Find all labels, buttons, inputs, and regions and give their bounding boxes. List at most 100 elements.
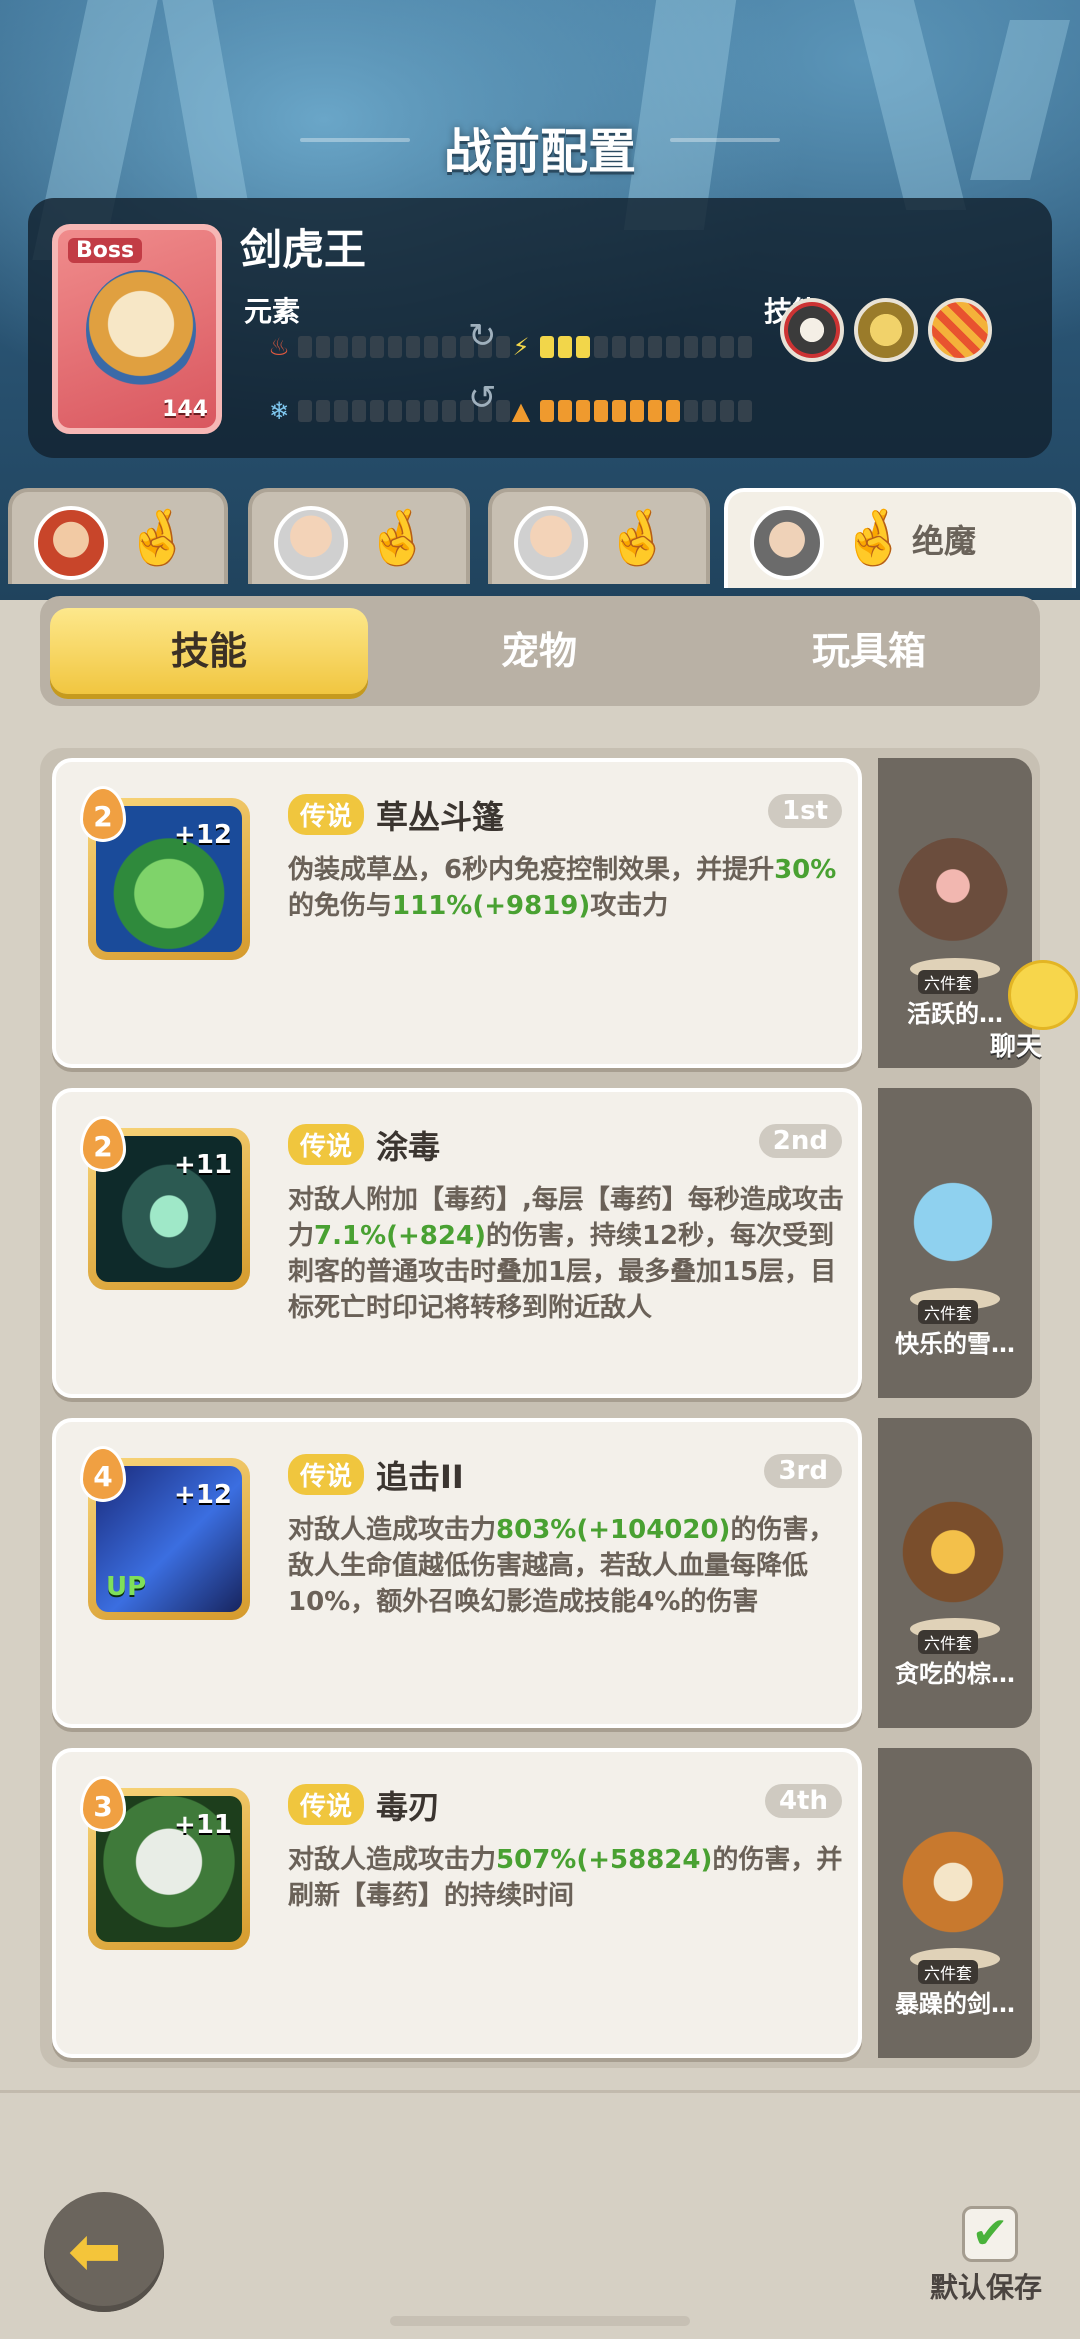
element-segments <box>540 336 752 358</box>
skill-list: +12 2 传说 草丛斗篷 1st 伪装成草丛，6秒内免疫控制效果，并提升30%… <box>40 748 1040 2068</box>
skill-row[interactable]: +12 UP 4 传说 追击II 3rd 对敌人造成攻击力803%(+10402… <box>52 1418 1032 1728</box>
tab-skills[interactable]: 技能 <box>50 608 368 694</box>
element-segment <box>666 400 680 422</box>
boss-portrait-card[interactable]: Boss 144 <box>52 224 222 434</box>
element-segment <box>540 336 554 358</box>
skill-up-indicator: UP <box>106 1572 147 1602</box>
skill-order-badge: 4th <box>764 1784 842 1818</box>
skill-order-badge: 2nd <box>758 1124 842 1158</box>
skill-description: 对敌人造成攻击力507%(+58824)的伤害，并刷新【毒药】的持续时间 <box>288 1842 848 1914</box>
cycle-arrow-icon: ↻ <box>468 316 497 356</box>
element-segment <box>612 400 626 422</box>
element-label: 元素 <box>244 295 301 328</box>
hero-tab-4[interactable]: 🤞 绝魔 <box>724 488 1076 588</box>
element-segment <box>442 400 456 422</box>
desc-value-highlight: 111%(+9819) <box>392 891 591 921</box>
hero-avatar <box>514 506 588 580</box>
element-segment <box>334 400 348 422</box>
element-segment <box>424 400 438 422</box>
hero-avatar <box>274 506 348 580</box>
page-title: 战前配置 <box>443 124 636 180</box>
home-indicator <box>390 2316 690 2326</box>
skill-card[interactable]: +11 2 传说 涂毒 2nd 对敌人附加【毒药】,每层【毒药】每秒造成攻击力7… <box>52 1088 862 1398</box>
skill-name: 毒刃 <box>376 1788 441 1826</box>
back-arrow-icon: ⬅ <box>68 2215 122 2289</box>
skill-description: 对敌人造成攻击力803%(+104020)的伤害，敌人生命值越低伤害越高，若敌人… <box>288 1512 848 1620</box>
hero-tab-1[interactable]: 🤞 <box>8 488 228 584</box>
skill-row[interactable]: +11 2 传说 涂毒 2nd 对敌人附加【毒药】,每层【毒药】每秒造成攻击力7… <box>52 1088 1032 1398</box>
boss-skill-icons <box>780 298 992 362</box>
boss-tag: Boss <box>68 238 143 263</box>
desc-text: 伪装成草丛，6秒内免疫控制效果，并提升 <box>288 855 775 885</box>
skill-row[interactable]: +11 3 传说 毒刃 4th 对敌人造成攻击力507%(+58824)的伤害，… <box>52 1748 1032 2058</box>
finger-snap-icon: 🤞 <box>124 506 192 569</box>
rarity-badge: 传说 <box>288 1784 365 1825</box>
skill-card[interactable]: +11 3 传说 毒刃 4th 对敌人造成攻击力507%(+58824)的伤害，… <box>52 1748 862 2058</box>
pet-name: 暴躁的剑… <box>895 1990 1015 2018</box>
skill-plus-level: +11 <box>174 1150 232 1180</box>
desc-value-highlight: 30% <box>774 855 837 885</box>
skill-icon-frame: +12 UP 4 <box>80 1446 250 1620</box>
element-segment <box>298 400 312 422</box>
pet-slot[interactable]: 六件套 暴躁的剑… <box>878 1748 1032 2058</box>
cycle-arrow-icon: ↺ <box>468 378 497 418</box>
element-segment <box>388 400 402 422</box>
tab-toybox[interactable]: 玩具箱 <box>710 608 1028 694</box>
pet-set-tag: 六件套 <box>918 1630 979 1654</box>
skill-order-badge: 1st <box>768 794 842 828</box>
finger-snap-icon: 🤞 <box>604 506 672 569</box>
skill-description: 对敌人附加【毒药】,每层【毒药】每秒造成攻击力7.1%(+824)的伤害，持续1… <box>288 1182 848 1326</box>
skill-icon-frame: +11 3 <box>80 1776 250 1950</box>
hero-tab-3[interactable]: 🤞 <box>488 488 710 584</box>
skill-row[interactable]: +12 2 传说 草丛斗篷 1st 伪装成草丛，6秒内免疫控制效果，并提升30%… <box>52 758 1032 1068</box>
skill-description: 伪装成草丛，6秒内免疫控制效果，并提升30% 的免伤与111%(+9819)攻击力 <box>288 852 848 924</box>
pet-slot[interactable]: 六件套 快乐的雪… <box>878 1088 1032 1398</box>
element-segment <box>442 336 456 358</box>
element-segments <box>540 400 752 422</box>
desc-value-highlight: 803%(+104020) <box>496 1515 731 1545</box>
skill-card[interactable]: +12 UP 4 传说 追击II 3rd 对敌人造成攻击力803%(+10402… <box>52 1418 862 1728</box>
element-segment <box>576 336 590 358</box>
skill-name: 涂毒 <box>376 1128 441 1166</box>
boss-skill-claw-icon[interactable] <box>854 298 918 362</box>
rarity-badge: 传说 <box>288 1454 365 1495</box>
element-segment <box>316 336 330 358</box>
tab-pets[interactable]: 宠物 <box>380 608 698 694</box>
element-segment <box>594 400 608 422</box>
desc-text: 攻击力 <box>590 891 669 921</box>
element-segment <box>702 336 716 358</box>
chat-bubble-icon[interactable] <box>1008 960 1078 1030</box>
hero-tab-2[interactable]: 🤞 <box>248 488 470 584</box>
element-segment <box>648 400 662 422</box>
pet-slot[interactable]: 六件套 贪吃的棕… <box>878 1418 1032 1728</box>
skill-card[interactable]: +12 2 传说 草丛斗篷 1st 伪装成草丛，6秒内免疫控制效果，并提升30%… <box>52 758 862 1068</box>
element-segment <box>576 400 590 422</box>
pet-slot[interactable]: 六件套 活跃的… <box>878 758 1032 1068</box>
element-segment <box>406 336 420 358</box>
hero-tab-label: 绝魔 <box>912 522 977 560</box>
snowflake-icon: ❄ <box>268 397 290 425</box>
back-button[interactable]: ⬅ <box>44 2192 164 2312</box>
skill-plus-level: +12 <box>174 1480 232 1510</box>
default-save-label[interactable]: 默认保存 <box>930 2266 1042 2306</box>
boss-name: 剑虎王 <box>240 225 367 274</box>
element-segment <box>352 336 366 358</box>
chat-label[interactable]: 聊天 <box>990 1026 1042 1063</box>
finger-snap-icon: 🤞 <box>364 506 432 569</box>
boar-pet-icon <box>898 838 1008 958</box>
element-segment <box>558 336 572 358</box>
skill-plus-level: +12 <box>174 820 232 850</box>
category-tab-bar: 技能 宠物 玩具箱 <box>40 596 1040 706</box>
boss-skill-bite-icon[interactable] <box>780 298 844 362</box>
hero-avatar <box>750 506 824 580</box>
rarity-badge: 传说 <box>288 794 365 835</box>
finger-snap-icon: 🤞 <box>840 506 908 569</box>
desc-text: 的免伤与 <box>288 891 393 921</box>
boss-level: 144 <box>162 397 208 422</box>
skill-icon-frame: +12 2 <box>80 786 250 960</box>
element-segment <box>406 400 420 422</box>
checkbox-checked-icon[interactable]: ✔ <box>962 2206 1018 2262</box>
boss-skill-slash-icon[interactable] <box>928 298 992 362</box>
element-segment <box>738 400 752 422</box>
desc-text: 对敌人造成攻击力 <box>288 1515 497 1545</box>
